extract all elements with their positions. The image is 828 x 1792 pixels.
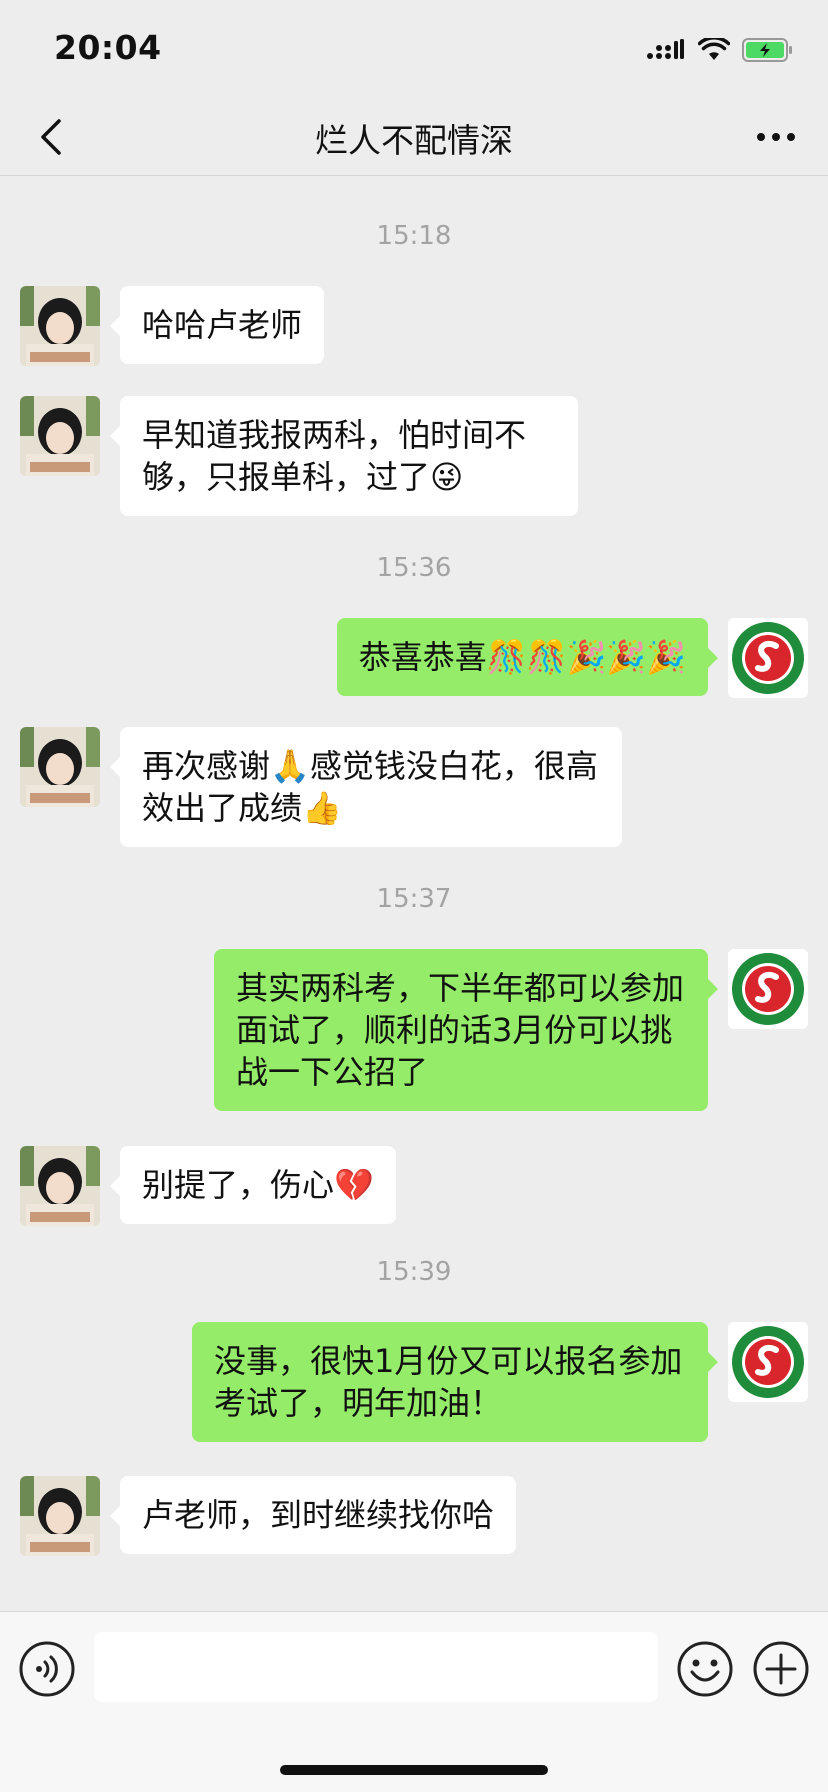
time-separator: 15:39 <box>376 1257 452 1287</box>
chat-title: 烂人不配情深 <box>315 121 513 160</box>
more-dots-icon <box>757 133 795 141</box>
plus-circle-icon <box>753 1641 809 1697</box>
status-icons <box>646 36 794 64</box>
time-separator: 15:37 <box>376 884 452 914</box>
status-bar: 20:04 <box>0 0 828 100</box>
message-bubble[interactable]: 再次感谢🙏感觉钱没白花，很高效出了成绩👍 <box>110 727 622 847</box>
wifi-icon <box>698 38 730 60</box>
emoji-button[interactable] <box>676 1640 734 1698</box>
message-bubble[interactable]: 别提了，伤心💔 <box>110 1146 396 1224</box>
avatar-photo-icon <box>20 396 100 476</box>
chat-header: 烂人不配情深 <box>0 100 828 176</box>
chat-area[interactable]: 15:18 哈哈卢老师 早知道我报两科，怕时间不够，只报单科，过了😜 15:36… <box>0 177 828 1611</box>
message-bubble[interactable]: 哈哈卢老师 <box>109 286 325 364</box>
avatar-photo-icon <box>20 1146 100 1226</box>
message-input[interactable] <box>94 1632 658 1702</box>
time-separator: 15:18 <box>376 221 452 251</box>
cellular-signal-icon <box>647 39 684 59</box>
home-indicator[interactable] <box>280 1765 548 1775</box>
avatar-photo-icon <box>20 286 100 366</box>
avatar-photo-icon <box>20 1476 100 1556</box>
message-bubble[interactable]: 没事，很快1月份又可以报名参加考试了，明年加油！ <box>192 1322 718 1442</box>
contact-avatar[interactable] <box>20 727 100 807</box>
status-time: 20:04 <box>54 28 162 67</box>
message-bubble[interactable]: 恭喜恭喜🎊🎊🎉🎉🎉 <box>336 618 719 696</box>
school-logo-icon <box>728 618 808 698</box>
input-bar <box>0 1611 828 1792</box>
contact-avatar[interactable] <box>20 396 100 476</box>
contact-avatar[interactable] <box>20 286 100 366</box>
voice-input-icon <box>19 1641 75 1697</box>
self-avatar[interactable] <box>728 949 808 1029</box>
school-logo-icon <box>728 949 808 1029</box>
self-avatar[interactable] <box>728 618 808 698</box>
message-bubble[interactable]: 早知道我报两科，怕时间不够，只报单科，过了😜 <box>110 396 578 516</box>
more-button[interactable] <box>748 112 804 162</box>
more-functions-button[interactable] <box>752 1640 810 1698</box>
school-logo-icon <box>728 1322 808 1402</box>
battery-charging-icon <box>742 38 792 62</box>
self-avatar[interactable] <box>728 1322 808 1402</box>
time-separator: 15:36 <box>376 553 452 583</box>
contact-avatar[interactable] <box>20 1476 100 1556</box>
voice-button[interactable] <box>18 1640 76 1698</box>
message-bubble[interactable]: 卢老师，到时继续找你哈 <box>109 1476 517 1554</box>
avatar-photo-icon <box>20 727 100 807</box>
emoji-smile-icon <box>677 1641 733 1697</box>
message-bubble[interactable]: 其实两科考，下半年都可以参加面试了，顺利的话3月份可以挑战一下公招了 <box>214 949 718 1111</box>
contact-avatar[interactable] <box>20 1146 100 1226</box>
